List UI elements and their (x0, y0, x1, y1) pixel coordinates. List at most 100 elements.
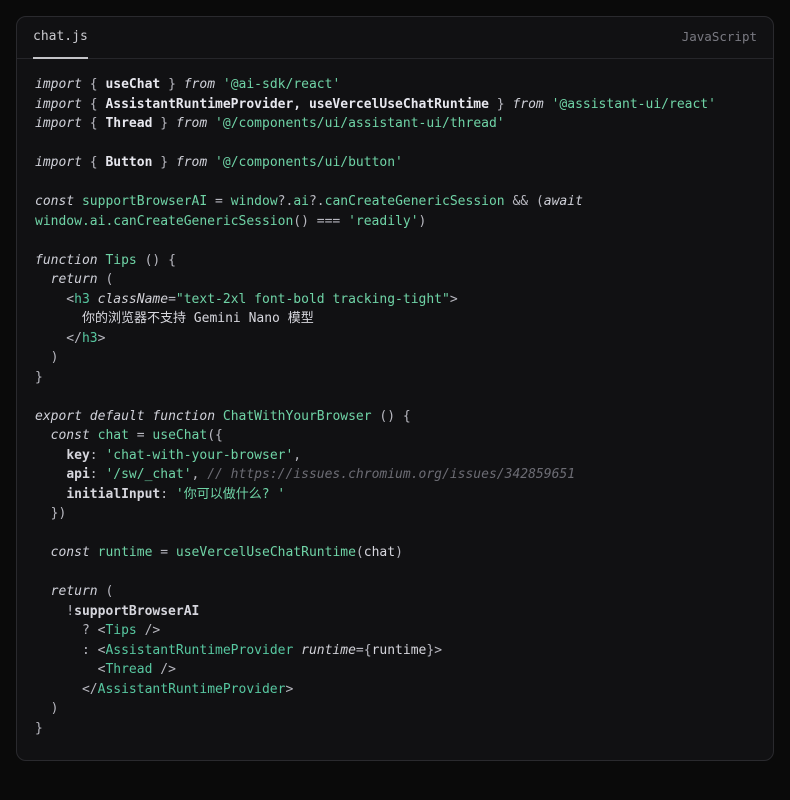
token-key: from (176, 116, 207, 131)
token-punc: ( (356, 545, 364, 560)
code-line[interactable] (35, 524, 755, 544)
code-line[interactable]: </AssistantRuntimeProvider> (35, 680, 755, 700)
token-lit: initialInput (66, 487, 160, 502)
token-key: from (512, 97, 543, 112)
code-line[interactable]: return ( (35, 270, 755, 290)
code-line[interactable]: } (35, 719, 755, 739)
token-key: function (152, 409, 215, 424)
code-line[interactable]: const chat = useChat({ (35, 426, 755, 446)
token-punc: , (293, 448, 301, 463)
token-punc (35, 467, 66, 482)
token-punc (293, 643, 301, 658)
token-func: Tips (105, 253, 136, 268)
code-line[interactable]: } (35, 368, 755, 388)
token-punc: } (489, 97, 512, 112)
file-tab[interactable]: chat.js (33, 17, 88, 59)
token-punc (35, 545, 51, 560)
token-func: chat (98, 428, 129, 443)
code-line[interactable] (35, 387, 755, 407)
code-line[interactable]: import { useChat } from '@ai-sdk/react' (35, 75, 755, 95)
token-punc: { (82, 116, 105, 131)
token-key: from (184, 77, 215, 92)
token-func: useVercelUseChatRuntime (176, 545, 356, 560)
code-line[interactable]: initialInput: '你可以做什么? ' (35, 485, 755, 505)
code-line[interactable]: import { Button } from '@/components/ui/… (35, 153, 755, 173)
token-punc (74, 194, 82, 209)
token-tag: h3 (74, 292, 90, 307)
token-key: const (51, 545, 90, 560)
code-line[interactable]: import { AssistantRuntimeProvider, useVe… (35, 95, 755, 115)
token-punc: ={ (356, 643, 372, 658)
token-punc: </ (35, 331, 82, 346)
token-tag: AssistantRuntimeProvider (98, 682, 286, 697)
token-punc: } (35, 721, 43, 736)
code-line[interactable] (35, 173, 755, 193)
code-body[interactable]: import { useChat } from '@ai-sdk/react'i… (17, 59, 773, 760)
code-line[interactable]: window.ai.canCreateGenericSession() === … (35, 212, 755, 232)
code-line[interactable]: </h3> (35, 329, 755, 349)
token-comm: // https://issues.chromium.org/issues/34… (207, 467, 575, 482)
token-punc (90, 292, 98, 307)
code-line[interactable]: export default function ChatWithYourBrow… (35, 407, 755, 427)
token-punc (35, 448, 66, 463)
token-tag: AssistantRuntimeProvider (105, 643, 293, 658)
token-tag: Tips (105, 623, 136, 638)
token-punc: () === (293, 214, 348, 229)
code-line[interactable]: key: 'chat-with-your-browser', (35, 446, 755, 466)
token-punc (215, 409, 223, 424)
token-punc: () { (137, 253, 176, 268)
code-line[interactable]: <Thread /> (35, 660, 755, 680)
token-punc: ) (419, 214, 427, 229)
token-func: supportBrowserAI (82, 194, 207, 209)
token-func: runtime (98, 545, 153, 560)
token-punc (207, 155, 215, 170)
token-punc: < (35, 662, 105, 677)
token-key: import (35, 77, 82, 92)
token-key: function (35, 253, 98, 268)
token-punc (35, 584, 51, 599)
token-func: ai (293, 194, 309, 209)
token-punc: ?. (278, 194, 294, 209)
code-line[interactable]: import { Thread } from '@/components/ui/… (35, 114, 755, 134)
code-line[interactable]: : <AssistantRuntimeProvider runtime={run… (35, 641, 755, 661)
code-line[interactable] (35, 134, 755, 154)
token-punc: } (152, 155, 175, 170)
token-lit: supportBrowserAI (74, 604, 199, 619)
token-punc: ) (395, 545, 403, 560)
token-punc: = (207, 194, 230, 209)
code-line[interactable]: const runtime = useVercelUseChatRuntime(… (35, 543, 755, 563)
code-line[interactable]: }) (35, 504, 755, 524)
code-line[interactable]: !supportBrowserAI (35, 602, 755, 622)
token-punc: : (90, 467, 106, 482)
code-line[interactable] (35, 563, 755, 583)
token-str: '@/components/ui/assistant-ui/thread' (215, 116, 505, 131)
token-punc: : < (35, 643, 105, 658)
token-func: window.ai.canCreateGenericSession (35, 214, 293, 229)
token-punc: ? < (35, 623, 105, 638)
token-punc: { (82, 97, 105, 112)
token-punc (82, 409, 90, 424)
token-punc: ) (35, 701, 58, 716)
token-punc (207, 116, 215, 131)
token-punc (35, 487, 66, 502)
token-key: import (35, 116, 82, 131)
code-line[interactable]: ) (35, 699, 755, 719)
code-line[interactable]: const supportBrowserAI = window?.ai?.can… (35, 192, 755, 212)
code-line[interactable]: return ( (35, 582, 755, 602)
code-line[interactable]: ) (35, 348, 755, 368)
code-line[interactable]: api: '/sw/_chat', // https://issues.chro… (35, 465, 755, 485)
token-punc (544, 97, 552, 112)
code-line[interactable]: <h3 className="text-2xl font-bold tracki… (35, 290, 755, 310)
code-line[interactable]: ? <Tips /> (35, 621, 755, 641)
token-punc: } (35, 370, 43, 385)
token-str: '@assistant-ui/react' (552, 97, 716, 112)
token-plain: runtime (372, 643, 427, 658)
token-punc: }) (35, 506, 66, 521)
token-id: Button (105, 155, 152, 170)
code-line[interactable]: 你的浏览器不支持 Gemini Nano 模型 (35, 309, 755, 329)
token-punc (90, 428, 98, 443)
token-punc: ) (35, 350, 58, 365)
token-lit: api (66, 467, 89, 482)
code-line[interactable] (35, 231, 755, 251)
code-line[interactable]: function Tips () { (35, 251, 755, 271)
